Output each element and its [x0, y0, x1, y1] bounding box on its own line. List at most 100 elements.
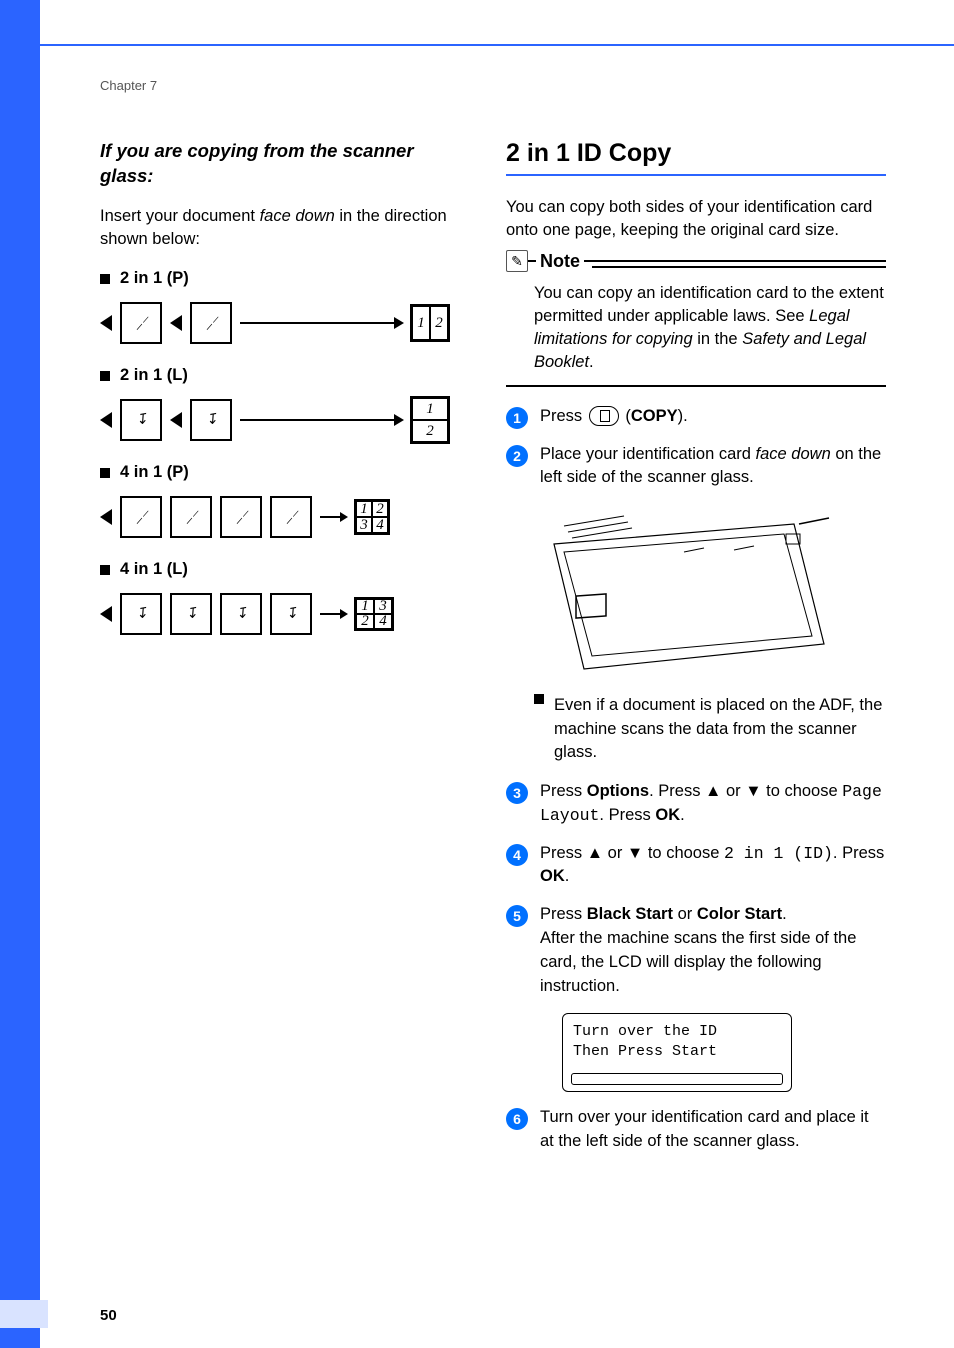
note-icon: ✎ [506, 250, 528, 272]
text-bold: Black Start [587, 905, 673, 923]
copy-key-icon [589, 406, 619, 426]
text: Place your identification card [540, 445, 756, 463]
doc-thumb: ⸝⸍ [120, 496, 162, 538]
step-2-subnote: Even if a document is placed on the ADF,… [534, 694, 886, 763]
layout-option-label: 4 in 1 (L) [120, 560, 188, 579]
bullet-square-icon [100, 371, 110, 381]
step-badge: 4 [506, 844, 528, 866]
text: Turn over your identification card and p… [540, 1106, 886, 1154]
bullet-square-icon [100, 274, 110, 284]
layout-diagram-2in1l: ↧ ↧ 12 [100, 395, 450, 445]
orientation-arrow-icon [170, 412, 182, 428]
text: or [673, 905, 697, 923]
layout-option-label: 2 in 1 (L) [120, 366, 188, 385]
arrow-icon [240, 419, 402, 421]
step-badge: 1 [506, 407, 528, 429]
text: . [589, 353, 594, 371]
text: . [680, 806, 685, 824]
result-layout: 12 [410, 304, 450, 342]
doc-thumb: ↧ [120, 593, 162, 635]
page-number-tab [0, 1300, 48, 1328]
layout-diagram-2in1p: ⸝⸍ ⸝⸍ 12 [100, 298, 450, 348]
doc-thumb: ↧ [120, 399, 162, 441]
layout-diagram-4in1l: ↧ ↧ ↧ ↧ 1324 [100, 589, 450, 639]
doc-thumb: ⸝⸍ [270, 496, 312, 538]
text: . Press [833, 844, 884, 862]
text: Press [540, 905, 587, 923]
text: . [782, 905, 787, 923]
step-badge: 6 [506, 1108, 528, 1130]
layout-option: 4 in 1 (P) [100, 463, 450, 482]
left-column: If you are copying from the scanner glas… [100, 139, 450, 1168]
note-callout: ✎ Note You can copy an identification ca… [506, 260, 886, 386]
layout-option: 2 in 1 (L) [100, 366, 450, 385]
step-4: 4 Press ▲ or ▼ to choose 2 in 1 (ID). Pr… [506, 842, 886, 890]
step-5: 5 Press Black Start or Color Start. Afte… [506, 903, 886, 999]
heading-rule [506, 174, 886, 176]
arrow-icon [320, 613, 346, 615]
text: Press [540, 407, 587, 425]
text-bold: Color Start [697, 905, 782, 923]
text: ( [621, 407, 631, 425]
text: Press ▲ or ▼ to choose [540, 844, 724, 862]
orientation-arrow-icon [100, 509, 112, 525]
orientation-arrow-icon [100, 606, 112, 622]
arrow-icon [240, 322, 402, 324]
step-badge: 3 [506, 782, 528, 804]
text: After the machine scans the first side o… [540, 929, 856, 995]
doc-thumb: ⸝⸍ [120, 302, 162, 344]
doc-thumb: ↧ [220, 593, 262, 635]
result-layout: 1234 [354, 499, 390, 535]
doc-thumb: ↧ [170, 593, 212, 635]
text-bold: OK [655, 806, 680, 824]
bullet-square-icon [100, 468, 110, 478]
doc-thumb: ⸝⸍ [170, 496, 212, 538]
header-rule [40, 44, 954, 46]
orientation-arrow-icon [100, 412, 112, 428]
text-italic: face down [260, 207, 335, 225]
left-intro: Insert your document face down in the di… [100, 205, 450, 251]
text: Press [540, 782, 587, 800]
result-layout: 1324 [354, 597, 394, 631]
text-bold: COPY [631, 407, 678, 425]
side-accent-bar [0, 0, 40, 1348]
step-badge: 5 [506, 905, 528, 927]
section-heading: 2 in 1 ID Copy [506, 139, 886, 168]
bullet-square-icon [100, 565, 110, 575]
text: . [565, 867, 570, 885]
step-1: 1 Press (COPY). [506, 405, 886, 429]
text: in the [693, 330, 743, 348]
layout-diagram-4in1p: ⸝⸍ ⸝⸍ ⸝⸍ ⸝⸍ 1234 [100, 492, 450, 542]
layout-option-label: 4 in 1 (P) [120, 463, 189, 482]
text: . Press [599, 806, 655, 824]
doc-thumb: ↧ [270, 593, 312, 635]
layout-option: 2 in 1 (P) [100, 269, 450, 288]
text: Insert your document [100, 207, 260, 225]
page-content: Chapter 7 If you are copying from the sc… [100, 78, 890, 1168]
orientation-arrow-icon [100, 315, 112, 331]
text: . Press ▲ or ▼ to choose [649, 782, 842, 800]
lcd-display: Turn over the ID Then Press Start [562, 1013, 792, 1092]
layout-option: 4 in 1 (L) [100, 560, 450, 579]
step-6: 6 Turn over your identification card and… [506, 1106, 886, 1154]
text-italic: face down [756, 445, 831, 463]
text-bold: OK [540, 867, 565, 885]
doc-thumb: ↧ [190, 399, 232, 441]
scanner-glass-illustration [534, 504, 834, 684]
chapter-label: Chapter 7 [100, 78, 890, 93]
left-subheading: If you are copying from the scanner glas… [100, 139, 450, 189]
layout-option-label: 2 in 1 (P) [120, 269, 189, 288]
note-body: You can copy an identification card to t… [534, 282, 886, 374]
note-title: Note [536, 251, 584, 272]
orientation-arrow-icon [170, 315, 182, 331]
result-layout: 12 [410, 396, 450, 444]
text: ). [678, 407, 688, 425]
page-number: 50 [100, 1307, 117, 1324]
arrow-icon [320, 516, 346, 518]
step-3: 3 Press Options. Press ▲ or ▼ to choose … [506, 780, 886, 828]
doc-thumb: ⸝⸍ [190, 302, 232, 344]
lcd-line: Turn over the ID [573, 1022, 781, 1042]
section-intro: You can copy both sides of your identifi… [506, 196, 886, 242]
step-2: 2 Place your identification card face do… [506, 443, 886, 491]
step-badge: 2 [506, 445, 528, 467]
